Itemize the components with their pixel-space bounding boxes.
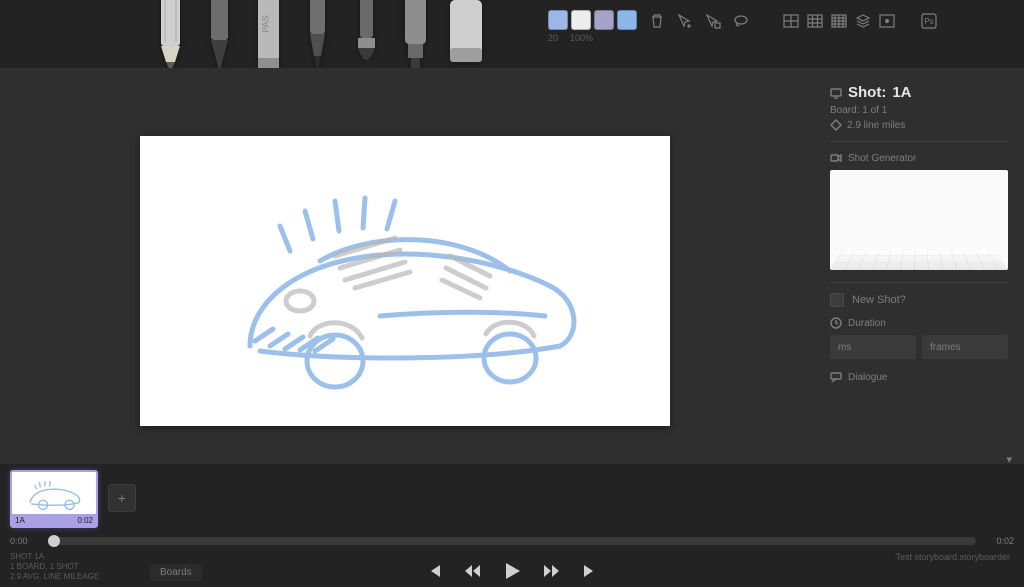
color-swatch-row xyxy=(548,10,637,30)
shot-heading: Shot: 1A xyxy=(830,84,1008,101)
top-toolbar: PAS 20 100% xyxy=(0,0,1024,68)
timeline-scrubber[interactable] xyxy=(48,537,976,545)
grid-tool-group xyxy=(782,12,896,30)
rewind-button[interactable] xyxy=(463,562,481,585)
grid-4x4-icon[interactable] xyxy=(830,12,848,30)
lasso-icon[interactable] xyxy=(732,12,750,30)
project-filename: Test storyboard.storyboarder xyxy=(895,552,1010,562)
camera-icon xyxy=(830,152,842,164)
skip-end-button[interactable] xyxy=(581,562,599,585)
diamond-icon xyxy=(830,119,842,131)
thumb-id: 1A xyxy=(15,516,25,525)
grid-3x3-icon[interactable] xyxy=(806,12,824,30)
swatch-quaternary[interactable] xyxy=(617,10,637,30)
tool-pastel[interactable]: PAS xyxy=(246,0,291,72)
tool-pencil[interactable] xyxy=(197,0,242,72)
drawing-canvas[interactable] xyxy=(140,136,670,426)
duration-ms-input[interactable]: ms xyxy=(830,335,916,359)
time-start: 0:00 xyxy=(10,536,40,546)
skip-start-button[interactable] xyxy=(425,562,443,585)
swatch-meta: 20 100% xyxy=(548,33,593,43)
shot-generator-preview[interactable] xyxy=(830,170,1008,270)
transport-controls xyxy=(0,560,1024,587)
center-icon[interactable] xyxy=(878,12,896,30)
brush-size-label[interactable]: 20 xyxy=(548,33,558,43)
thumb-duration: 0:02 xyxy=(77,516,93,525)
open-in-photoshop-button[interactable]: Ps xyxy=(920,12,938,30)
dialogue-title: Dialogue xyxy=(830,371,1008,383)
new-shot-row: New Shot? xyxy=(830,293,1008,307)
tool-pen[interactable] xyxy=(295,0,340,72)
time-end: 0:02 xyxy=(984,536,1014,546)
add-board-button[interactable]: + xyxy=(108,484,136,512)
drawing-tool-tray: PAS xyxy=(148,0,487,72)
timeline-panel: 1A 0:02 + 0:00 0:02 SHOT 1A 1 BOARD, 1 S… xyxy=(0,464,1024,586)
main-area: Shot: 1A Board: 1 of 1 2.9 line miles Sh… xyxy=(0,68,1024,464)
arrow-scale-icon[interactable] xyxy=(704,12,722,30)
layers-icon[interactable] xyxy=(854,12,872,30)
brush-opacity-label[interactable]: 100% xyxy=(570,33,593,43)
op-tool-group xyxy=(648,12,750,30)
forward-button[interactable] xyxy=(543,562,561,585)
new-shot-label: New Shot? xyxy=(852,294,906,306)
duration-fields: ms frames xyxy=(830,335,1008,359)
new-shot-checkbox[interactable] xyxy=(830,293,844,307)
board-count-label: Board: 1 of 1 xyxy=(830,105,1008,116)
swatch-tertiary[interactable] xyxy=(594,10,614,30)
line-miles-value: 2.9 line miles xyxy=(847,120,905,131)
tool-eraser[interactable] xyxy=(442,0,487,72)
duration-frames-input[interactable]: frames xyxy=(922,335,1008,359)
speech-icon xyxy=(830,371,842,383)
arrow-add-icon[interactable] xyxy=(676,12,694,30)
shot-generator-title: Shot Generator xyxy=(830,152,1008,164)
chevron-down-icon[interactable]: ▾ xyxy=(1006,453,1012,464)
svg-text:Ps: Ps xyxy=(924,17,933,26)
tool-marker[interactable] xyxy=(393,0,438,72)
duration-title: Duration xyxy=(830,317,1008,329)
board-thumb-selected[interactable]: 1A 0:02 xyxy=(10,470,98,528)
line-miles-row: 2.9 line miles xyxy=(830,119,1008,131)
swatch-secondary[interactable] xyxy=(571,10,591,30)
inspector-panel: Shot: 1A Board: 1 of 1 2.9 line miles Sh… xyxy=(814,68,1024,464)
clock-icon xyxy=(830,317,842,329)
tool-brush[interactable] xyxy=(344,0,389,72)
svg-text:PAS: PAS xyxy=(261,15,271,32)
shot-heading-prefix: Shot: xyxy=(848,84,886,101)
shot-id: 1A xyxy=(892,84,911,101)
board-thumb-strip: 1A 0:02 + xyxy=(10,470,136,528)
monitor-icon xyxy=(830,87,842,99)
tool-light-pencil[interactable] xyxy=(148,0,193,72)
timeline-scrub-row: 0:00 0:02 xyxy=(10,536,1014,546)
swatch-primary[interactable] xyxy=(548,10,568,30)
play-button[interactable] xyxy=(501,560,523,587)
grid-2x2-icon[interactable] xyxy=(782,12,800,30)
trash-icon[interactable] xyxy=(648,12,666,30)
